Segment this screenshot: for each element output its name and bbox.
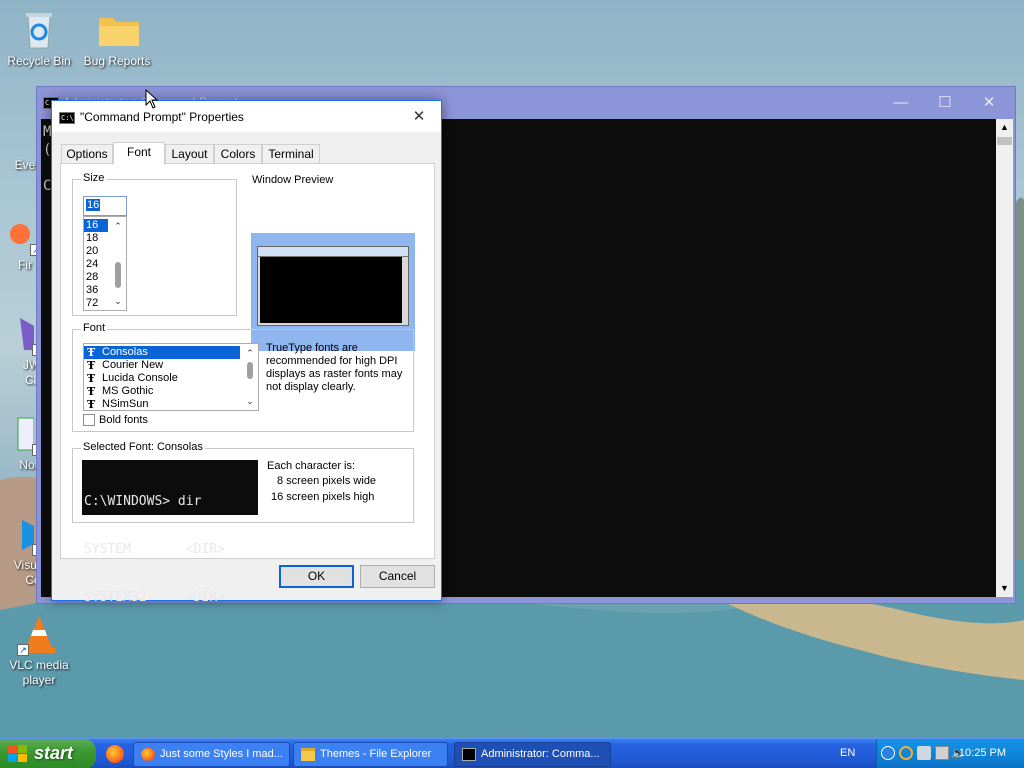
scroll-up-arrow-icon[interactable]: ▲	[996, 119, 1013, 136]
scrollbar-thumb[interactable]	[115, 262, 121, 288]
char-size-heading: Each character is:	[267, 460, 356, 472]
size-input[interactable]: 16	[83, 196, 127, 216]
tab-terminal[interactable]: Terminal	[262, 144, 320, 164]
font-legend: Font	[81, 322, 108, 334]
tab-colors[interactable]: Colors	[214, 144, 262, 164]
scrollbar-thumb[interactable]	[247, 362, 253, 379]
truetype-icon: Ŧ	[87, 372, 96, 385]
app-icon: ↗	[0, 314, 44, 356]
start-label: start	[34, 743, 74, 763]
start-button[interactable]: start	[0, 739, 96, 768]
font-option[interactable]: Ŧ Courier New	[84, 359, 258, 372]
size-option[interactable]: 16	[84, 219, 108, 232]
firefox-icon	[141, 748, 155, 761]
app-icon: ↗	[0, 114, 30, 154]
desktop-icon-recycle-bin[interactable]: Recycle Bin	[1, 10, 77, 69]
maximize-button[interactable]: ☐	[923, 91, 967, 115]
vscode-icon: ↗	[0, 514, 44, 556]
help-icon[interactable]	[881, 746, 895, 760]
properties-dialog[interactable]: C:\ "Command Prompt" Properties ✕ Option…	[51, 100, 442, 605]
ok-button[interactable]: OK	[279, 565, 354, 588]
font-option[interactable]: Ŧ MS Gothic	[84, 385, 258, 398]
char-height-text: 16 screen pixels high	[271, 491, 375, 503]
taskbar-item-label: Administrator: Comma...	[481, 748, 600, 760]
folder-icon	[97, 10, 139, 50]
taskbar-item-label: Themes - File Explorer	[320, 748, 432, 760]
tab-options[interactable]: Options	[61, 144, 113, 164]
taskbar-item-firefox[interactable]: Just some Styles I mad...	[133, 742, 290, 767]
sample-line: SYSTEM <DIR>	[84, 542, 225, 557]
selected-font-legend: Selected Font: Consolas	[81, 441, 205, 453]
firefox-icon: ↗	[0, 214, 42, 256]
chevron-down-icon[interactable]: ⌄	[242, 394, 258, 408]
char-width-text: 8 screen pixels wide	[277, 475, 377, 487]
firefox-quicklaunch-icon[interactable]	[106, 745, 124, 763]
size-listbox[interactable]: 16 18 20 24 28 36 72 ⌃ ⌄	[83, 216, 127, 311]
desktop-icon-vlc[interactable]: ↗ VLC media player	[1, 614, 77, 688]
taskbar-item-command-prompt[interactable]: Administrator: Comma...	[454, 742, 611, 767]
font-list-scrollbar[interactable]: ⌃ ⌄	[242, 344, 258, 410]
desktop-icon-label: Bug Reports	[83, 54, 151, 68]
font-tab-panel: Size 16 16 18 20 24 28 36 72 ⌃ ⌄ Window …	[60, 163, 435, 605]
font-option[interactable]: Ŧ Lucida Console	[84, 372, 258, 385]
scrollbar-thumb[interactable]	[997, 137, 1012, 145]
size-list-scrollbar[interactable]: ⌃ ⌄	[110, 217, 126, 310]
truetype-icon: Ŧ	[87, 398, 96, 411]
shortcut-arrow-icon: ↗	[17, 644, 29, 656]
mouse-cursor-icon	[145, 89, 159, 109]
truetype-icon: Ŧ	[87, 385, 96, 398]
chevron-up-icon[interactable]: ⌃	[110, 219, 126, 233]
font-sample-preview: C:\WINDOWS> dir SYSTEM <DIR> SYSTEM32 <D…	[82, 460, 258, 605]
size-legend: Size	[81, 172, 107, 184]
bold-fonts-checkbox[interactable]	[83, 414, 95, 426]
dialog-title: "Command Prompt" Properties	[80, 110, 244, 124]
tools-icon[interactable]	[917, 746, 931, 760]
search-icon[interactable]	[899, 746, 913, 760]
chevron-down-icon[interactable]: ⌄	[110, 294, 126, 308]
sample-line: SYSTEM32 <DIR>	[84, 590, 225, 605]
font-listbox[interactable]: Ŧ Consolas Ŧ Courier New Ŧ Lucida Console Ŧ…	[83, 343, 259, 411]
taskbar-item-file-explorer[interactable]: Themes - File Explorer	[293, 742, 448, 767]
system-tray: 🔈 10:25 PM	[876, 739, 1024, 768]
window-preview-label: Window Preview	[252, 174, 334, 186]
dialog-close-button[interactable]: ✕	[397, 101, 441, 132]
truetype-note: TrueType fonts are recommended for high …	[266, 342, 403, 393]
chevron-up-icon[interactable]: ⌃	[242, 346, 258, 360]
cancel-button[interactable]: Cancel	[360, 565, 435, 588]
recycle-bin-icon	[19, 10, 59, 50]
security-icon[interactable]	[935, 746, 949, 760]
taskbar-item-label: Just some Styles I mad...	[160, 748, 283, 760]
font-option[interactable]: Ŧ Consolas	[84, 346, 240, 359]
scroll-down-arrow-icon[interactable]: ▼	[996, 580, 1013, 597]
sample-line: C:\WINDOWS> dir	[84, 494, 202, 509]
taskbar: start Just some Styles I mad... Themes -…	[0, 738, 1024, 768]
size-group: Size 16 16 18 20 24 28 36 72 ⌃ ⌄	[72, 172, 237, 316]
truetype-icon: Ŧ	[87, 359, 96, 372]
vlc-icon: ↗	[17, 614, 59, 656]
console-scrollbar[interactable]: ▲ ▼	[996, 119, 1013, 597]
taskbar-clock[interactable]: 10:25 PM	[959, 747, 1006, 759]
cmd-icon	[462, 748, 476, 761]
truetype-icon: Ŧ	[87, 346, 96, 359]
desktop-icon-bug-reports[interactable]: Bug Reports	[79, 10, 155, 69]
desktop-icon-label: VLC media player	[9, 658, 69, 687]
cmd-icon: C:\	[59, 112, 75, 124]
selected-font-group: Selected Font: Consolas C:\WINDOWS> dir …	[72, 441, 414, 605]
font-option[interactable]: Ŧ NSimSun	[84, 398, 258, 411]
language-indicator[interactable]: EN	[840, 747, 855, 759]
tab-font[interactable]: Font	[113, 142, 165, 165]
minimize-button[interactable]: —	[879, 91, 923, 115]
close-button[interactable]: ✕	[967, 91, 1011, 115]
windows-flag-icon	[8, 745, 28, 763]
notepad-icon: ↗	[0, 414, 44, 456]
dialog-title-bar[interactable]: C:\ "Command Prompt" Properties ✕	[52, 101, 441, 132]
bold-fonts-label: Bold fonts	[99, 414, 148, 426]
tab-layout[interactable]: Layout	[165, 144, 214, 164]
desktop-icon-label: Recycle Bin	[7, 54, 71, 68]
font-group: Font Ŧ Consolas Ŧ Courier New Ŧ Lucida Cons…	[72, 322, 414, 432]
folder-icon	[301, 748, 315, 761]
